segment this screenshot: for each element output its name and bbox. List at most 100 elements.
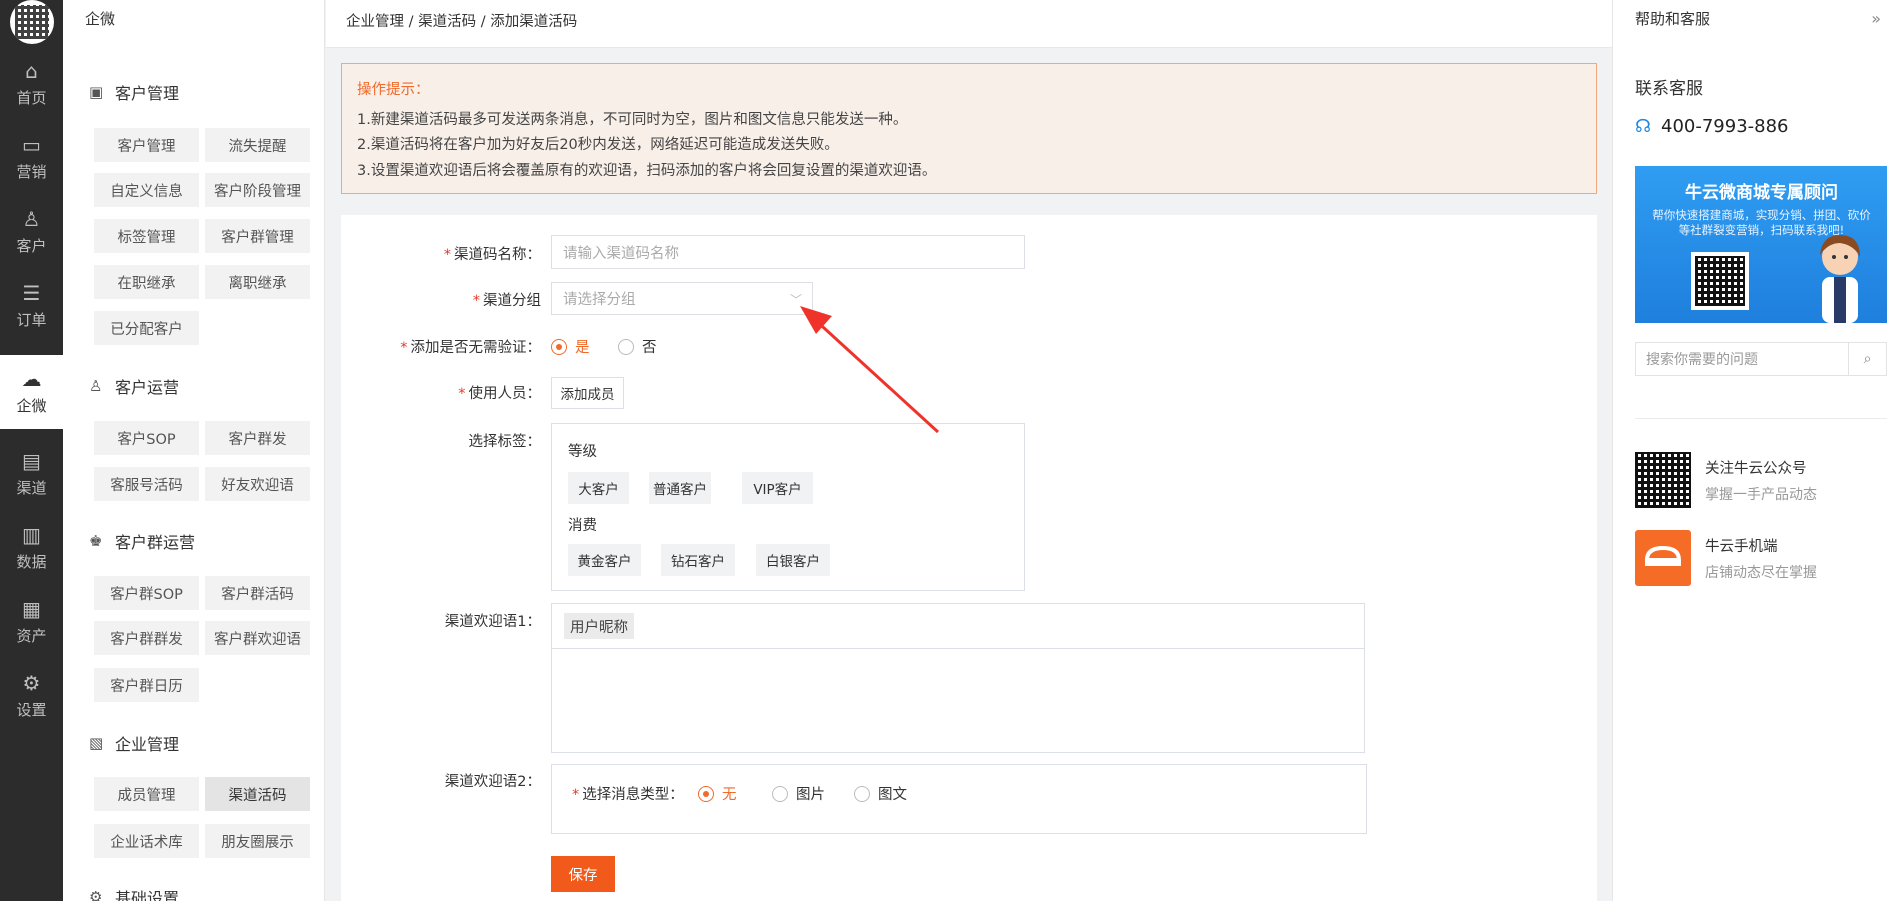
verify-no-radio[interactable]: 否: [618, 336, 657, 357]
verify-yes-radio[interactable]: 是: [551, 336, 590, 357]
tag-chip[interactable]: 普通客户: [649, 472, 711, 504]
subnav-item[interactable]: 客户群管理: [205, 219, 310, 253]
name-label: * 渠道码名称：: [443, 247, 541, 263]
tip-line: 1.新建渠道活码最多可发送两条消息，不可同时为空，图片和图文信息只能发送一种。: [357, 112, 908, 128]
subnav-item[interactable]: 成员管理: [94, 777, 199, 811]
order-icon: ☰: [22, 280, 41, 305]
tip-line: 2.渠道活码将在客户加为好友后20秒内发送，网络延迟可能造成发送失败。: [357, 137, 839, 153]
tag-chip[interactable]: VIP客户: [742, 472, 813, 504]
user-icon: ♙: [22, 206, 41, 231]
rail-item-channel[interactable]: ▤ 渠道: [0, 437, 63, 511]
wecom-icon: ☁: [21, 366, 42, 391]
contact-phone: ☊ 400-7993-886: [1635, 116, 1789, 137]
msgtype-none-radio[interactable]: 无: [698, 783, 737, 804]
rail-item-home[interactable]: ⌂ 首页: [0, 47, 63, 121]
consultant-illustration: [1820, 235, 1860, 323]
contact-title: 联系客服: [1635, 79, 1703, 99]
gear-icon: ⚙: [89, 888, 103, 901]
welcome1-label: 渠道欢迎语1：: [444, 614, 541, 630]
subnav-item[interactable]: 已分配客户: [94, 311, 199, 345]
subnav-item[interactable]: 客户群活码: [205, 576, 310, 610]
subnav-item[interactable]: 客户SOP: [94, 421, 199, 455]
subnav-item[interactable]: 客户群发: [205, 421, 310, 455]
operation-tip: 操作提示： 1.新建渠道活码最多可发送两条消息，不可同时为空，图片和图文信息只能…: [341, 63, 1597, 194]
group-select[interactable]: 请选择分组 ﹀: [551, 282, 813, 315]
breadcrumb: 企业管理 / 渠道活码 / 添加渠道活码: [346, 14, 578, 30]
subnav-item[interactable]: 自定义信息: [94, 173, 199, 207]
channel-name-input[interactable]: 请输入渠道码名称: [551, 235, 1025, 269]
subnav-item[interactable]: 离职继承: [205, 265, 310, 299]
subnav-title: 企微: [85, 10, 116, 28]
mobile-app-icon: [1635, 530, 1691, 586]
annotation-arrow: [800, 306, 940, 434]
rail-item-order[interactable]: ☰ 订单: [0, 269, 63, 343]
nickname-chip[interactable]: 用户昵称: [564, 613, 634, 639]
subnav-item[interactable]: 客服号活码: [94, 467, 199, 501]
welcome2-label: 渠道欢迎语2：: [444, 774, 541, 790]
rail-item-marketing[interactable]: ▭ 营销: [0, 121, 63, 195]
group-basic-settings: ⚙ 基础设置: [89, 885, 179, 901]
data-icon: ▥: [22, 522, 41, 547]
tag-chip[interactable]: 白银客户: [756, 544, 830, 576]
editor-toolbar: 用户昵称: [552, 604, 1364, 649]
msgtype-label: * 选择消息类型：: [572, 787, 684, 803]
channel-icon: ▤: [22, 448, 41, 473]
help-search-input[interactable]: 搜索你需要的问题: [1636, 343, 1848, 375]
help-panel: 帮助和客服 » 联系客服 ☊ 400-7993-886 牛云微商城专属顾问 帮你…: [1612, 0, 1887, 901]
rail-item-wecom[interactable]: ☁ 企微: [0, 355, 63, 429]
subnav-item[interactable]: 客户管理: [94, 128, 199, 162]
subnav-item[interactable]: 标签管理: [94, 219, 199, 253]
add-member-button[interactable]: 添加成员: [551, 377, 624, 409]
tag-category: 等级: [568, 444, 597, 460]
subnav-item[interactable]: 流失提醒: [205, 128, 310, 162]
asset-icon: ▦: [22, 596, 41, 621]
subnav-item-channel-code[interactable]: 渠道活码: [205, 777, 310, 811]
main-rail: ⌂ 首页 ▭ 营销 ♙ 客户 ☰ 订单 ☁ 企微 ▤ 渠道 ▥ 数据 ▦ 资产 …: [0, 0, 63, 901]
subnav-item[interactable]: 客户群欢迎语: [205, 621, 310, 655]
users-label: * 使用人员：: [458, 386, 541, 402]
subnav-item[interactable]: 朋友圈展示: [205, 824, 310, 858]
marketing-icon: ▭: [22, 132, 41, 157]
tag-category: 消费: [568, 518, 597, 534]
rail-item-data[interactable]: ▥ 数据: [0, 511, 63, 585]
group-icon: ♚: [89, 532, 103, 550]
tag-chip[interactable]: 大客户: [568, 472, 629, 504]
subnav-item[interactable]: 客户阶段管理: [205, 173, 310, 207]
divider: [1635, 418, 1887, 419]
group-enterprise: ▧ 企业管理: [89, 734, 180, 754]
subnav-item[interactable]: 客户群SOP: [94, 576, 199, 610]
subnav-item[interactable]: 客户群群发: [94, 621, 199, 655]
contact-card-icon: ▣: [89, 83, 104, 101]
msgtype-image-radio[interactable]: 图片: [772, 783, 825, 804]
collapse-icon[interactable]: »: [1871, 0, 1881, 38]
rail-item-customer[interactable]: ♙ 客户: [0, 195, 63, 269]
verify-label: * 添加是否无需验证：: [400, 340, 541, 356]
subnav-item[interactable]: 企业话术库: [94, 824, 199, 858]
home-icon: ⌂: [25, 58, 38, 83]
rail-item-settings[interactable]: ⚙ 设置: [0, 659, 63, 733]
subnav-item[interactable]: 在职继承: [94, 265, 199, 299]
search-icon[interactable]: ⌕: [1848, 343, 1886, 375]
save-button[interactable]: 保存: [551, 856, 615, 892]
tag-selector: 等级 大客户 普通客户 VIP客户 消费 黄金客户 钻石客户 白银客户: [551, 423, 1025, 591]
gear-icon: ⚙: [22, 670, 41, 695]
channel-code-form: * 渠道码名称： 请输入渠道码名称 * 渠道分组 请选择分组 ﹀ * 添加是否无需验证…: [341, 215, 1597, 901]
tip-title: 操作提示：: [357, 82, 430, 98]
subnav-item[interactable]: 客户群日历: [94, 668, 199, 702]
qr-code-icon: [1635, 452, 1691, 508]
tag-chip[interactable]: 黄金客户: [568, 544, 641, 576]
logo[interactable]: [9, 0, 54, 44]
subnav-item[interactable]: 好友欢迎语: [205, 467, 310, 501]
help-search[interactable]: 搜索你需要的问题 ⌕: [1635, 342, 1887, 376]
welcome1-editor[interactable]: 用户昵称: [551, 603, 1365, 753]
consultant-banner[interactable]: 牛云微商城专属顾问 帮你快速搭建商城，实现分销、拼团、砍价等社群裂变营销，扫码联…: [1635, 166, 1887, 323]
users-icon: ♙: [89, 377, 103, 395]
tags-label: 选择标签：: [468, 434, 542, 450]
rail-item-asset[interactable]: ▦ 资产: [0, 585, 63, 659]
building-icon: ▧: [89, 734, 104, 752]
tag-chip[interactable]: 钻石客户: [661, 544, 735, 576]
msgtype-article-radio[interactable]: 图文: [854, 783, 907, 804]
welcome2-box: * 选择消息类型： 无 图片 图文: [551, 764, 1367, 834]
group-label: * 渠道分组: [472, 293, 541, 309]
help-panel-header: 帮助和客服 »: [1613, 0, 1887, 40]
